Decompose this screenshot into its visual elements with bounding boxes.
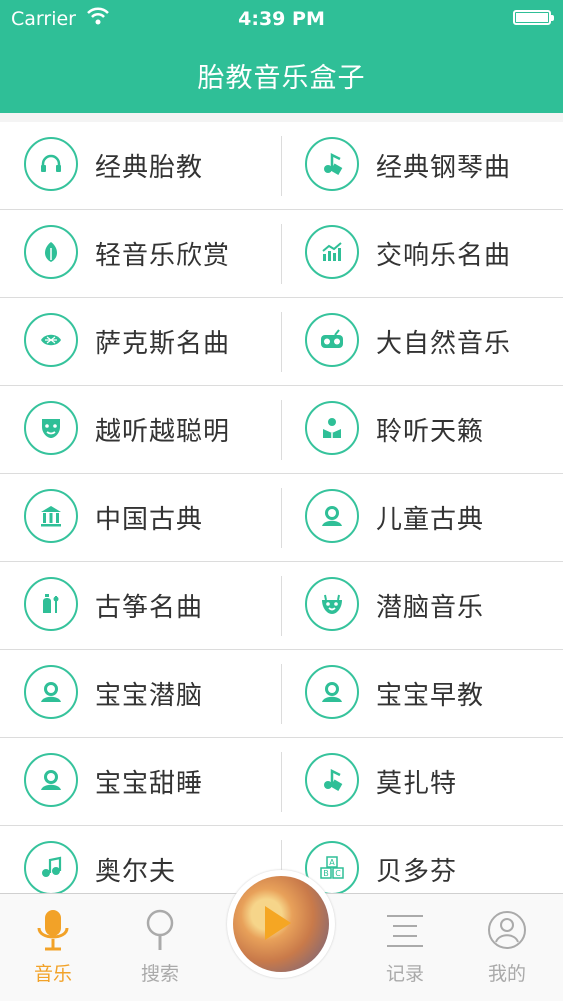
baby-icon: [305, 489, 359, 543]
fan-icon: [24, 313, 78, 367]
category-label: 大自然音乐: [376, 329, 512, 359]
tab-mine[interactable]: 我的: [462, 894, 552, 1001]
mask-icon: [24, 401, 78, 455]
category-item[interactable]: 大自然音乐: [281, 298, 562, 385]
status-time: 4:39 PM: [238, 8, 325, 30]
grid-row: 古筝名曲 潜脑音乐: [0, 562, 563, 650]
category-item[interactable]: 交响乐名曲: [281, 210, 562, 297]
piano-note-icon: [305, 753, 359, 807]
category-item[interactable]: 聆听天籁: [281, 386, 562, 473]
bell-icon: [24, 577, 78, 631]
category-label: 潜脑音乐: [376, 593, 485, 623]
baby-icon: [305, 665, 359, 719]
page-title: 胎教音乐盒子: [197, 63, 366, 94]
grid-row: 中国古典 儿童古典: [0, 474, 563, 562]
category-label: 古筝名曲: [95, 593, 204, 623]
category-item[interactable]: 宝宝早教: [281, 650, 562, 737]
category-label: 经典胎教: [95, 153, 204, 183]
list-icon: [387, 915, 423, 947]
user-icon: [488, 911, 526, 949]
tab-label: 记录: [385, 963, 424, 985]
category-item[interactable]: 奥尔夫: [0, 826, 281, 893]
svg-text:B: B: [323, 869, 329, 878]
tab-music[interactable]: 音乐: [8, 894, 98, 1001]
category-item[interactable]: ABC 贝多芬: [281, 826, 562, 893]
headphones-icon: [24, 137, 78, 191]
category-label: 经典钢琴曲: [376, 153, 512, 183]
category-label: 贝多芬: [376, 857, 458, 887]
category-label: 宝宝甜睡: [95, 769, 204, 799]
play-icon[interactable]: [265, 906, 291, 940]
svg-text:A: A: [329, 858, 335, 867]
grid-row: 轻音乐欣赏 交响乐名曲: [0, 210, 563, 298]
tab-label: 搜索: [140, 963, 179, 985]
category-item[interactable]: 越听越聪明: [0, 386, 281, 473]
status-bar: Carrier 4:39 PM: [0, 0, 563, 38]
category-item[interactable]: 儿童古典: [281, 474, 562, 561]
grid-row: 经典胎教 经典钢琴曲: [0, 122, 563, 210]
category-label: 聆听天籁: [376, 417, 485, 447]
chart-icon: [305, 225, 359, 279]
svg-text:C: C: [335, 869, 341, 878]
tab-history[interactable]: 记录: [360, 894, 450, 1001]
category-item[interactable]: 经典胎教: [0, 122, 281, 209]
category-label: 越听越聪明: [95, 417, 231, 447]
tab-label: 音乐: [33, 963, 72, 985]
grid-row: 萨克斯名曲 大自然音乐: [0, 298, 563, 386]
category-item[interactable]: 宝宝甜睡: [0, 738, 281, 825]
baby-icon: [24, 753, 78, 807]
category-item[interactable]: 中国古典: [0, 474, 281, 561]
category-label: 萨克斯名曲: [95, 329, 231, 359]
leaf-icon: [24, 225, 78, 279]
category-item[interactable]: 轻音乐欣赏: [0, 210, 281, 297]
grid-row: 宝宝潜脑 宝宝早教: [0, 650, 563, 738]
smile-icon: [305, 577, 359, 631]
reading-child-icon: [305, 401, 359, 455]
radio-icon: [305, 313, 359, 367]
category-label: 交响乐名曲: [376, 241, 512, 271]
tab-label: 我的: [487, 963, 526, 985]
battery-icon: [513, 10, 554, 25]
tab-search[interactable]: 搜索: [115, 894, 205, 1001]
now-playing-disc[interactable]: [227, 870, 335, 978]
category-label: 轻音乐欣赏: [95, 241, 231, 271]
category-item[interactable]: 宝宝潜脑: [0, 650, 281, 737]
search-icon: [146, 909, 174, 950]
category-label: 宝宝早教: [376, 681, 485, 711]
category-label: 宝宝潜脑: [95, 681, 204, 711]
category-label: 奥尔夫: [95, 857, 177, 887]
category-label: 中国古典: [95, 505, 204, 535]
category-item[interactable]: 古筝名曲: [0, 562, 281, 649]
category-grid: 经典胎教 经典钢琴曲 轻音乐欣赏 交响乐名曲 萨克斯名曲 大自然音乐 越听越聪明…: [0, 122, 563, 893]
category-label: 儿童古典: [376, 505, 485, 535]
category-item[interactable]: 莫扎特: [281, 738, 562, 825]
app-header: Carrier 4:39 PM 胎教音乐盒子: [0, 0, 563, 113]
grid-row: 宝宝甜睡 莫扎特: [0, 738, 563, 826]
music-note-icon: [24, 841, 78, 893]
baby-icon: [24, 665, 78, 719]
microphone-icon: [37, 910, 69, 951]
category-item[interactable]: 经典钢琴曲: [281, 122, 562, 209]
piano-note-icon: [305, 137, 359, 191]
category-label: 莫扎特: [376, 769, 458, 799]
grid-row: 越听越聪明 聆听天籁: [0, 386, 563, 474]
category-item[interactable]: 萨克斯名曲: [0, 298, 281, 385]
category-item[interactable]: 潜脑音乐: [281, 562, 562, 649]
temple-icon: [24, 489, 78, 543]
